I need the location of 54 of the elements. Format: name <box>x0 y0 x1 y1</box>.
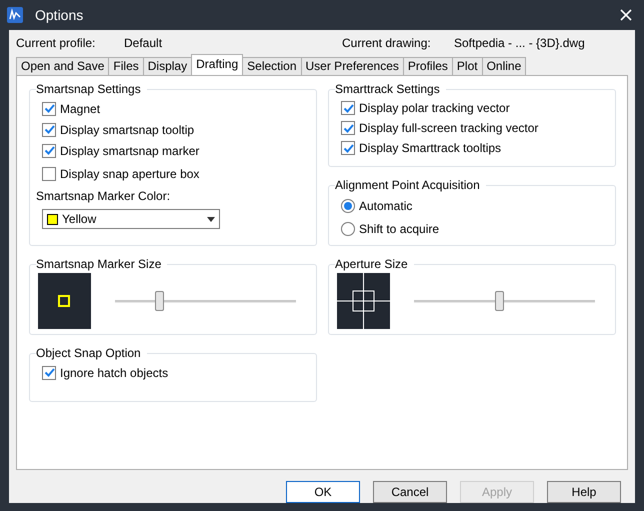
group-title: Smarttrack Settings <box>335 82 441 96</box>
radio-label: Shift to acquire <box>359 222 440 236</box>
tab[interactable]: Plot <box>452 57 483 75</box>
window-title: Options <box>35 7 84 23</box>
checkbox[interactable] <box>42 102 56 116</box>
tab[interactable]: Online <box>482 57 526 75</box>
radio-button[interactable] <box>341 222 355 236</box>
caret-icon <box>207 217 215 222</box>
checkbox[interactable] <box>42 144 56 158</box>
tab[interactable]: Open and Save <box>16 57 110 75</box>
slider[interactable] <box>115 291 296 311</box>
profile-value: Default <box>124 36 164 50</box>
checkbox-label: Ignore hatch objects <box>60 366 168 380</box>
group-title: Alignment Point Acquisition <box>335 178 481 192</box>
checkbox[interactable] <box>42 166 56 180</box>
group-title: Aperture Size <box>335 257 409 271</box>
dialog-button[interactable]: OK <box>286 481 360 503</box>
tab[interactable]: User Preferences <box>300 57 404 75</box>
slider-thumb[interactable] <box>495 291 504 311</box>
radio-button[interactable] <box>341 198 355 212</box>
group-title: Smartsnap Settings <box>36 82 142 96</box>
checkbox[interactable] <box>341 101 355 115</box>
checkbox-label: Magnet <box>60 102 100 116</box>
drawing-value: Softpedia - ... - {3D}.dwg <box>454 36 585 50</box>
tab[interactable]: Drafting <box>191 54 244 75</box>
slider-thumb[interactable] <box>155 291 164 311</box>
drawing-label: Current drawing: <box>342 36 432 50</box>
checkbox[interactable] <box>341 141 355 155</box>
tab[interactable]: Files <box>108 57 144 75</box>
dialog-button[interactable]: Cancel <box>373 481 447 503</box>
marker-preview-drawing <box>38 273 91 329</box>
checkbox-label: Display smartsnap tooltip <box>60 122 194 136</box>
color-dropdown[interactable]: Yellow <box>42 209 220 229</box>
checkbox-label: Display polar tracking vector <box>359 101 510 115</box>
profile-label: Current profile: <box>16 36 96 50</box>
group-title: Object Snap Option <box>36 346 142 360</box>
field-label: Smartsnap Marker Color: <box>36 189 172 203</box>
checkbox-label: Display snap aperture box <box>60 166 200 180</box>
tab[interactable]: Display <box>142 57 192 75</box>
slider[interactable] <box>414 291 595 311</box>
checkbox[interactable] <box>341 121 355 135</box>
tab[interactable]: Selection <box>242 57 302 75</box>
checkbox-label: Display smartsnap marker <box>60 144 200 158</box>
checkbox[interactable] <box>42 366 56 380</box>
dialog-button[interactable]: Help <box>547 481 621 503</box>
close-icon[interactable] <box>619 8 633 22</box>
checkbox-label: Display Smarttrack tooltips <box>359 141 502 155</box>
group-title: Smartsnap Marker Size <box>36 257 162 271</box>
checkbox-label: Display full-screen tracking vector <box>359 121 538 135</box>
tab[interactable]: Profiles <box>402 57 453 75</box>
aperture-preview-drawing <box>337 273 390 329</box>
checkbox[interactable] <box>42 122 56 136</box>
radio-label: Automatic <box>359 198 412 212</box>
app-icon <box>7 7 23 23</box>
